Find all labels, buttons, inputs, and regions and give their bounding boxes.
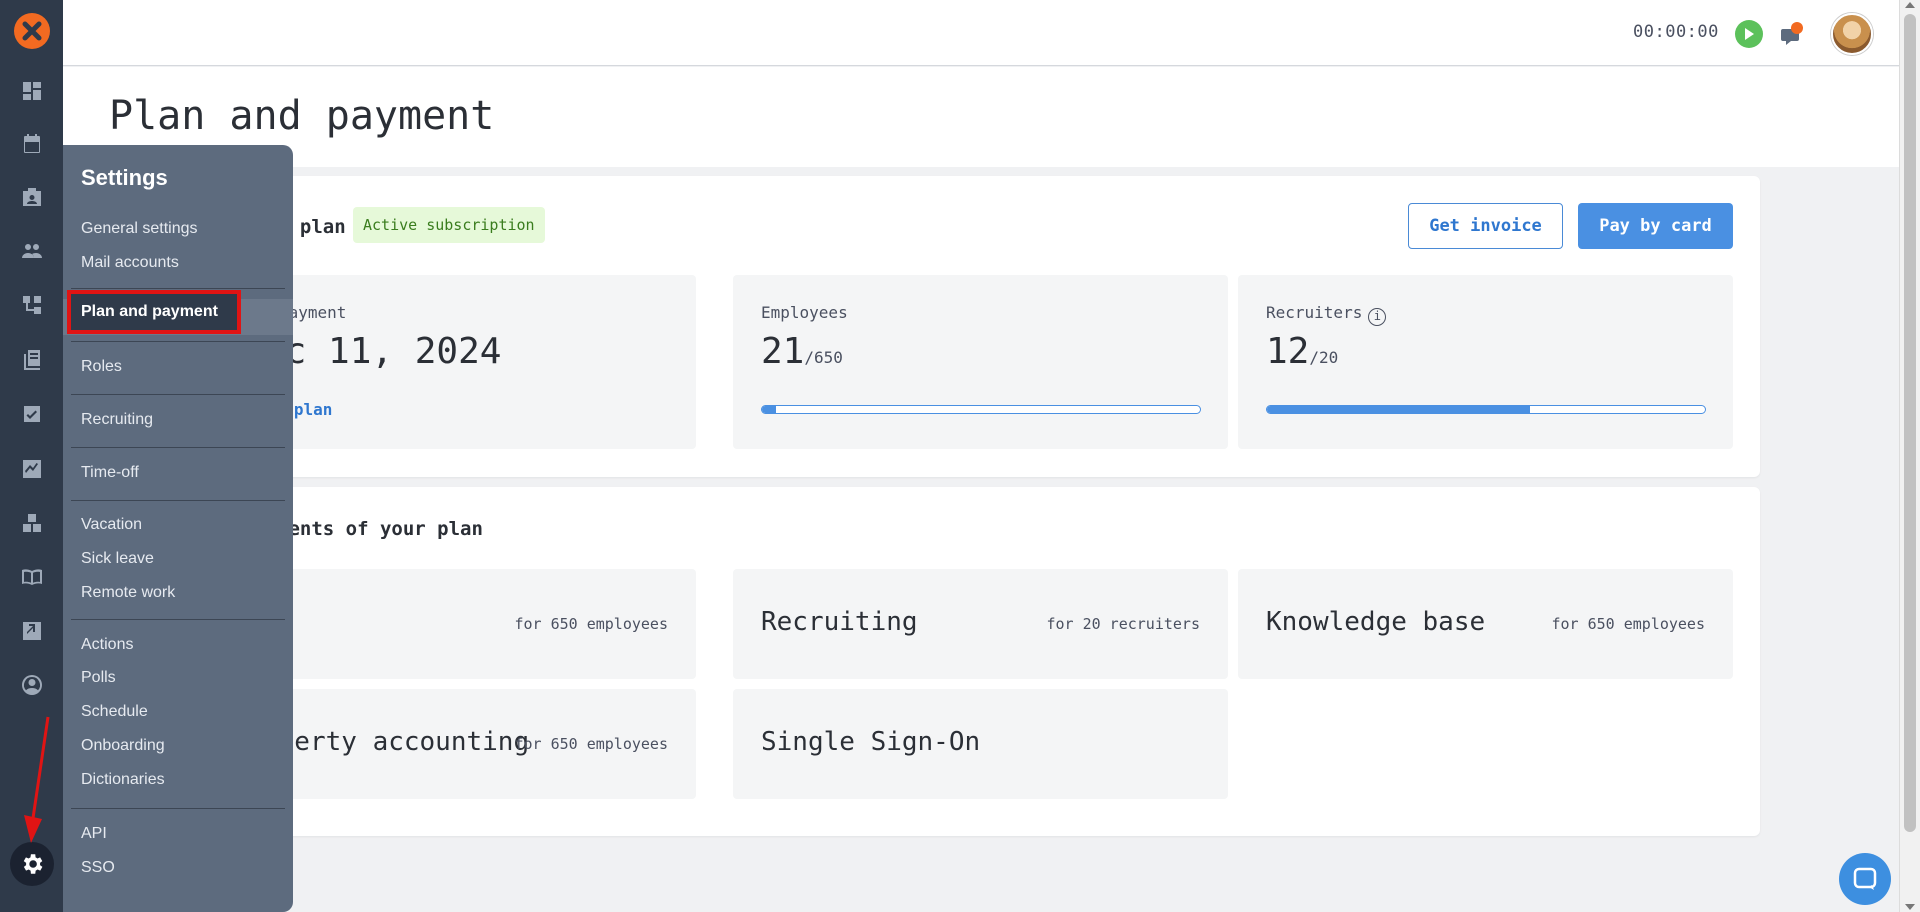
recruiters-progress-fill <box>1267 406 1530 413</box>
profile-icon[interactable] <box>19 672 45 698</box>
reports-icon[interactable] <box>19 618 45 644</box>
employees-count: 21/650 <box>761 331 843 372</box>
employees-progress-fill <box>762 406 777 413</box>
notifications-icon[interactable] <box>1777 20 1807 50</box>
annotation-arrow-icon <box>24 716 50 843</box>
menu-item-dictionaries[interactable]: Dictionaries <box>81 771 165 789</box>
dashboard-icon[interactable] <box>19 78 45 104</box>
employees-label: Employees <box>761 303 848 322</box>
component-scope: for 20 recruiters <box>1046 615 1200 633</box>
component-name: Recruiting <box>761 607 918 637</box>
scrollbar-thumb[interactable] <box>1904 14 1916 832</box>
component-scope: for 650 employees <box>514 615 668 633</box>
component-recruiting: Recruiting for 20 recruiters <box>733 569 1228 679</box>
plan-components-heading: nents of your plan <box>277 518 483 540</box>
pay-by-card-button[interactable]: Pay by card <box>1578 203 1733 249</box>
people-icon[interactable] <box>19 238 45 264</box>
menu-item-time-off[interactable]: Time-off <box>81 464 139 482</box>
page-header: Plan and payment <box>63 67 1899 167</box>
time-tracker-display: 00:00:00 <box>1633 22 1719 42</box>
menu-item-plan-and-payment[interactable]: Plan and payment <box>67 290 241 334</box>
employees-stat: Employees 21/650 <box>733 275 1228 449</box>
info-icon[interactable]: i <box>1368 308 1387 326</box>
menu-item-roles[interactable]: Roles <box>81 358 122 376</box>
org-structure-icon[interactable] <box>19 292 45 318</box>
current-plan-card: t plan Active subscription Get invoice P… <box>201 176 1760 477</box>
menu-item-mail-accounts[interactable]: Mail accounts <box>81 254 179 272</box>
menu-item-schedule[interactable]: Schedule <box>81 703 148 721</box>
calendar-icon[interactable] <box>19 131 45 157</box>
menu-item-actions[interactable]: Actions <box>81 636 133 654</box>
menu-divider <box>71 288 285 289</box>
menu-item-sso[interactable]: SSO <box>81 859 115 877</box>
component-scope: for 650 employees <box>1551 615 1705 633</box>
menu-item-api[interactable]: API <box>81 825 107 843</box>
scroll-down-icon[interactable] <box>1905 904 1915 910</box>
property-icon[interactable] <box>19 510 45 536</box>
page-scrollbar[interactable] <box>1899 0 1920 912</box>
recruiters-stat: Recruiters i 12/20 <box>1238 275 1733 449</box>
menu-item-recruiting[interactable]: Recruiting <box>81 411 153 429</box>
top-bar: 00:00:00 <box>63 0 1899 66</box>
analytics-icon[interactable] <box>19 456 45 482</box>
contact-card-icon[interactable] <box>19 185 45 211</box>
menu-divider <box>71 619 285 620</box>
user-avatar[interactable] <box>1831 13 1873 55</box>
play-timer-icon[interactable] <box>1735 20 1763 48</box>
component-name: Single Sign-On <box>761 727 981 757</box>
component-scope: for 650 employees <box>514 735 668 753</box>
menu-divider <box>71 341 285 342</box>
component-knowledge-base: Knowledge base for 650 employees <box>1238 569 1733 679</box>
menu-divider <box>71 394 285 395</box>
menu-divider <box>71 808 285 809</box>
recruiters-count: 12/20 <box>1266 331 1339 372</box>
menu-item-remote-work[interactable]: Remote work <box>81 584 175 602</box>
next-payment-date: ec 11, 2024 <box>263 331 502 372</box>
scroll-up-icon[interactable] <box>1905 2 1915 8</box>
status-badge: Active subscription <box>353 207 545 243</box>
settings-menu-title: Settings <box>81 165 168 190</box>
settings-gear-icon[interactable] <box>10 842 54 886</box>
component-name: operty accounting <box>263 727 530 757</box>
library-icon[interactable] <box>19 347 45 373</box>
menu-item-general-settings[interactable]: General settings <box>81 220 198 238</box>
menu-divider <box>71 500 285 501</box>
menu-item-polls[interactable]: Polls <box>81 669 116 687</box>
menu-item-onboarding[interactable]: Onboarding <box>81 737 165 755</box>
recruiters-progress-bar <box>1266 405 1706 414</box>
component-name: Knowledge base <box>1266 607 1486 637</box>
employees-progress-bar <box>761 405 1201 414</box>
menu-divider <box>71 447 285 448</box>
recruiters-label: Recruiters i <box>1266 303 1387 326</box>
knowledge-base-icon[interactable] <box>19 564 45 590</box>
menu-item-sick-leave[interactable]: Sick leave <box>81 550 154 568</box>
get-invoice-button[interactable]: Get invoice <box>1408 203 1563 249</box>
chat-support-icon[interactable] <box>1839 853 1891 905</box>
tasks-icon[interactable] <box>19 401 45 427</box>
plan-components-card: nents of your plan M for 650 employees R… <box>201 487 1760 836</box>
component-single-sign-on: Single Sign-On <box>733 689 1228 799</box>
menu-item-vacation[interactable]: Vacation <box>81 516 142 534</box>
settings-flyout-menu: Settings General settings Mail accounts … <box>63 145 293 912</box>
page-title: Plan and payment <box>109 93 495 139</box>
app-logo-icon[interactable] <box>14 13 50 49</box>
